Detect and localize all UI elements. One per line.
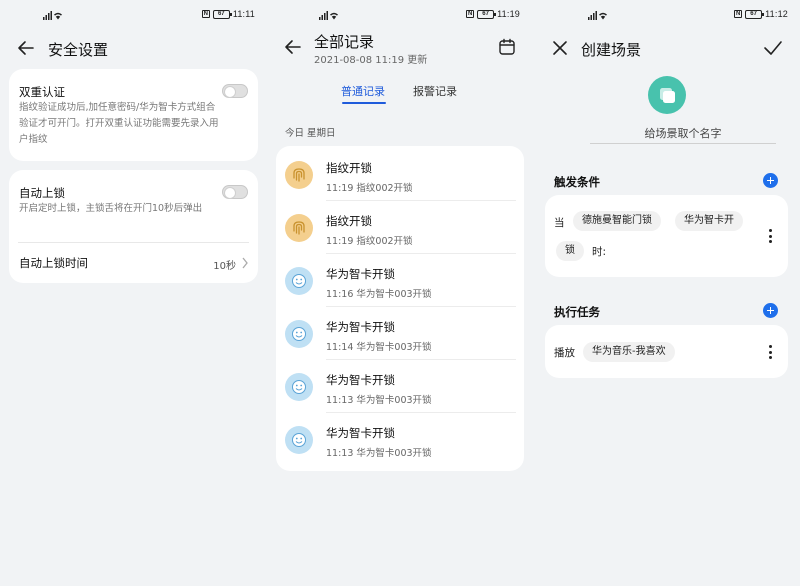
- dual-auth-title: 双重认证: [19, 85, 65, 99]
- record-name: 指纹开锁: [326, 214, 372, 228]
- record-detail: 11:19 指纹002开锁: [326, 236, 413, 247]
- auto-lock-title: 自动上锁: [19, 186, 65, 200]
- more-options-icon[interactable]: [769, 229, 773, 243]
- record-name: 指纹开锁: [326, 161, 372, 175]
- record-detail: 11:16 华为智卡003开锁: [326, 289, 432, 300]
- status-bar: N 67 11:12: [534, 9, 800, 23]
- list-item[interactable]: 指纹开锁 11:19 指纹002开锁: [276, 148, 524, 201]
- list-item[interactable]: 华为智卡开锁 11:13 华为智卡003开锁: [276, 413, 524, 466]
- trigger-section-title: 触发条件: [554, 175, 600, 189]
- signal-wifi-icon: [43, 11, 62, 20]
- auto-lock-toggle[interactable]: [222, 185, 248, 199]
- record-detail: 11:19 指纹002开锁: [326, 183, 413, 194]
- dual-auth-description: 指纹验证成功后,加任意密码/华为智卡方式组合验证才可开门。打开双重认证功能需要先…: [19, 102, 219, 145]
- list-item[interactable]: 华为智卡开锁 11:16 华为智卡003开锁: [276, 254, 524, 307]
- create-scene-screen: N 67 11:12 创建场景 触发条件 当 德施曼智能门锁 华为智卡开 锁 时…: [534, 0, 800, 586]
- smiley-card-icon: [285, 426, 313, 454]
- status-bar: N 67 11:11: [0, 9, 267, 23]
- list-item[interactable]: 华为智卡开锁 11:13 华为智卡003开锁: [276, 360, 524, 413]
- calendar-icon[interactable]: [497, 37, 517, 57]
- scene-squares-icon: [660, 88, 675, 103]
- dual-auth-card: 双重认证 指纹验证成功后,加任意密码/华为智卡方式组合验证才可开门。打开双重认证…: [9, 69, 258, 161]
- clock: 11:19: [497, 9, 520, 19]
- add-trigger-button[interactable]: [763, 173, 778, 188]
- check-icon[interactable]: [763, 38, 783, 58]
- back-arrow-icon[interactable]: [16, 38, 36, 58]
- trigger-suffix: 时:: [592, 246, 607, 258]
- fingerprint-icon: [285, 161, 313, 189]
- record-detail: 11:14 华为智卡003开锁: [326, 342, 432, 353]
- trigger-prefix: 当: [554, 217, 565, 229]
- tab-normal-records[interactable]: 普通记录: [341, 83, 385, 99]
- more-options-icon[interactable]: [769, 345, 773, 359]
- close-icon[interactable]: [550, 38, 570, 58]
- nfc-icon: N: [466, 10, 475, 18]
- tab-alarm-records[interactable]: 报警记录: [413, 83, 457, 99]
- signal-wifi-icon: [319, 11, 338, 20]
- update-time: 2021-08-08 11:19 更新: [314, 55, 428, 66]
- battery-icon: 67: [745, 9, 765, 19]
- security-settings-screen: N 67 11:11 安全设置 双重认证 指纹验证成功后,加任意密码/华为智卡方…: [0, 0, 267, 586]
- page-title: 创建场景: [581, 41, 642, 59]
- smiley-card-icon: [285, 267, 313, 295]
- record-detail: 11:13 华为智卡003开锁: [326, 448, 432, 459]
- clock: 11:11: [232, 9, 255, 19]
- page-title: 全部记录: [314, 33, 375, 51]
- chevron-right-icon: [242, 257, 248, 269]
- action-section-title: 执行任务: [554, 305, 600, 319]
- record-name: 华为智卡开锁: [326, 267, 395, 281]
- active-tab-indicator: [342, 102, 386, 104]
- trigger-event-chip[interactable]: 华为智卡开: [675, 211, 743, 231]
- nfc-icon: N: [201, 10, 210, 18]
- trigger-card[interactable]: 当 德施曼智能门锁 华为智卡开 锁 时:: [545, 195, 788, 277]
- back-arrow-icon[interactable]: [283, 37, 303, 57]
- auto-lock-time-value: 10秒: [213, 261, 236, 272]
- scene-name-input[interactable]: [590, 124, 776, 144]
- nfc-icon: N: [734, 10, 743, 18]
- battery-icon: 67: [477, 9, 497, 19]
- auto-lock-card: 自动上锁 开启定时上锁，主锁舌将在开门10秒后弹出 自动上锁时间 10秒: [9, 170, 258, 283]
- status-bar: N 67 11:19: [267, 9, 534, 23]
- auto-lock-time-row[interactable]: 自动上锁时间 10秒: [9, 243, 258, 283]
- record-name: 华为智卡开锁: [326, 373, 395, 387]
- record-detail: 11:13 华为智卡003开锁: [326, 395, 432, 406]
- action-card[interactable]: 播放 华为音乐-我喜欢: [545, 325, 788, 378]
- battery-icon: 67: [212, 9, 232, 19]
- smiley-card-icon: [285, 320, 313, 348]
- trigger-event-chip-continued[interactable]: 锁: [556, 241, 584, 261]
- records-list: 指纹开锁 11:19 指纹002开锁 指纹开锁 11:19 指纹002开锁 华为…: [276, 146, 524, 471]
- dual-auth-toggle[interactable]: [222, 84, 248, 98]
- trigger-device-chip[interactable]: 德施曼智能门锁: [573, 211, 661, 231]
- auto-lock-description: 开启定时上锁，主锁舌将在开门10秒后弹出: [19, 203, 203, 214]
- all-records-screen: N 67 11:19 全部记录 2021-08-08 11:19 更新 普通记录…: [267, 0, 534, 586]
- record-name: 华为智卡开锁: [326, 320, 395, 334]
- signal-wifi-icon: [588, 11, 607, 20]
- page-title: 安全设置: [48, 41, 109, 59]
- date-label: 今日 星期日: [285, 128, 336, 139]
- action-prefix: 播放: [554, 347, 575, 359]
- action-music-chip[interactable]: 华为音乐-我喜欢: [583, 342, 675, 362]
- list-item[interactable]: 指纹开锁 11:19 指纹002开锁: [276, 201, 524, 254]
- record-name: 华为智卡开锁: [326, 426, 395, 440]
- clock: 11:12: [765, 9, 788, 19]
- list-item[interactable]: 华为智卡开锁 11:14 华为智卡003开锁: [276, 307, 524, 360]
- add-action-button[interactable]: [763, 303, 778, 318]
- fingerprint-icon: [285, 214, 313, 242]
- scene-icon[interactable]: [648, 76, 686, 114]
- smiley-card-icon: [285, 373, 313, 401]
- auto-lock-time-label: 自动上锁时间: [19, 256, 88, 270]
